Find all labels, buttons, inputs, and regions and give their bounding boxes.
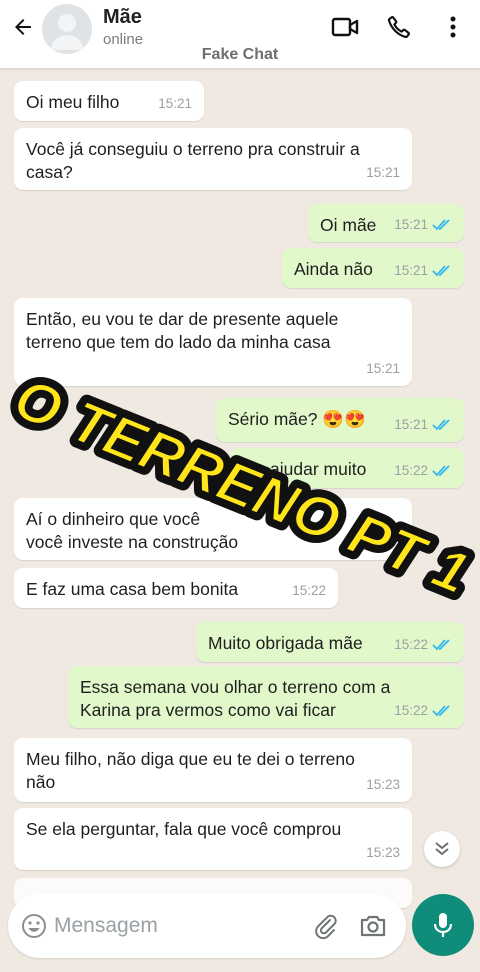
message-bubble[interactable]: Essa semana vou olhar o terreno com a Kar… xyxy=(68,666,464,728)
message-bubble[interactable]: Se ela perguntar, fala que você comprou … xyxy=(14,808,412,870)
message-bubble[interactable]: Aí o dinheiro que você você investe na co… xyxy=(14,498,412,560)
message-time: 15:21 xyxy=(366,165,400,180)
message-bubble[interactable]: Oi meu filho 15:21 xyxy=(14,81,204,121)
message-text: Se ela perguntar, fala que você comprou xyxy=(26,819,342,839)
attach-icon[interactable] xyxy=(312,912,340,940)
double-check-icon xyxy=(432,464,450,476)
message-text: Sério mãe? 😍😍 xyxy=(228,409,366,429)
message-bubble[interactable]: Ainda não 15:21 xyxy=(282,248,464,288)
phone-icon[interactable] xyxy=(384,12,414,42)
mic-icon xyxy=(433,913,453,937)
message-time: 15:21 xyxy=(394,417,428,432)
message-text: Oi meu filho xyxy=(26,92,120,112)
message-bubble[interactable]: ajudar muito 15:22 xyxy=(230,448,464,488)
message-time: 15:21 xyxy=(394,263,428,278)
mic-button[interactable] xyxy=(412,894,474,956)
message-bubble[interactable]: Sério mãe? 😍😍 15:21 xyxy=(216,398,464,442)
app-watermark-label: Fake Chat xyxy=(201,46,279,63)
more-options-icon[interactable] xyxy=(438,12,468,42)
double-check-icon xyxy=(432,418,450,430)
message-text: Oi mãe xyxy=(320,215,377,235)
back-arrow-icon[interactable] xyxy=(8,12,38,42)
message-time: 15:22 xyxy=(292,583,326,598)
message-text: Muito obrigada mãe xyxy=(208,633,363,653)
message-text: Ainda não xyxy=(294,259,373,279)
double-check-icon xyxy=(432,704,450,716)
message-time: 15:23 xyxy=(366,845,400,860)
contact-name[interactable]: Mãe xyxy=(103,6,142,29)
message-bubble[interactable]: Meu filho, não diga que eu te dei o terr… xyxy=(14,738,412,802)
message-text: Então, eu vou te dar de presente aquele t… xyxy=(26,309,339,352)
message-bubble[interactable]: Então, eu vou te dar de presente aquele t… xyxy=(14,298,412,386)
message-text: Aí o dinheiro que você você investe na co… xyxy=(26,509,239,552)
message-text: Meu filho, não diga que eu te dei o terr… xyxy=(26,749,355,792)
video-call-icon[interactable] xyxy=(330,12,360,42)
camera-icon[interactable] xyxy=(358,912,388,940)
scroll-to-bottom-button[interactable] xyxy=(424,831,460,867)
message-time: 15:22 xyxy=(394,463,428,478)
message-time: 15:21 xyxy=(366,361,400,376)
message-text: Essa semana vou olhar o terreno com a Kar… xyxy=(80,677,391,720)
message-bubble[interactable]: Muito obrigada mãe 15:22 xyxy=(196,622,464,662)
chevron-down-icon xyxy=(435,842,449,856)
message-bubble[interactable]: E faz uma casa bem bonita 15:22 xyxy=(14,568,338,608)
message-text: Você já conseguiu o terreno pra construi… xyxy=(26,139,360,182)
message-time: 15:23 xyxy=(366,777,400,792)
message-time: 15:21 xyxy=(158,96,192,111)
message-list[interactable]: Oi meu filho 15:21 Você já conseguiu o t… xyxy=(0,68,480,908)
message-text: ajudar muito xyxy=(270,459,367,479)
emoji-icon[interactable] xyxy=(20,912,48,940)
double-check-icon xyxy=(432,218,450,230)
message-bubble[interactable]: Você já conseguiu o terreno pra construi… xyxy=(14,128,412,190)
double-check-icon xyxy=(432,264,450,276)
input-placeholder: Mensagem xyxy=(54,914,158,937)
double-check-icon xyxy=(432,638,450,650)
message-text: E faz uma casa bem bonita xyxy=(26,579,239,599)
message-input-bar: Mensagem xyxy=(0,888,480,972)
message-time: 15:21 xyxy=(394,217,428,232)
message-input[interactable]: Mensagem xyxy=(8,894,406,958)
message-bubble[interactable]: Oi mãe 15:21 xyxy=(308,204,464,242)
message-time: 15:22 xyxy=(394,637,428,652)
chat-screen: Mãe online Fake Chat Oi meu filho 15:21 … xyxy=(0,0,480,972)
message-time: 15:22 xyxy=(394,703,428,718)
